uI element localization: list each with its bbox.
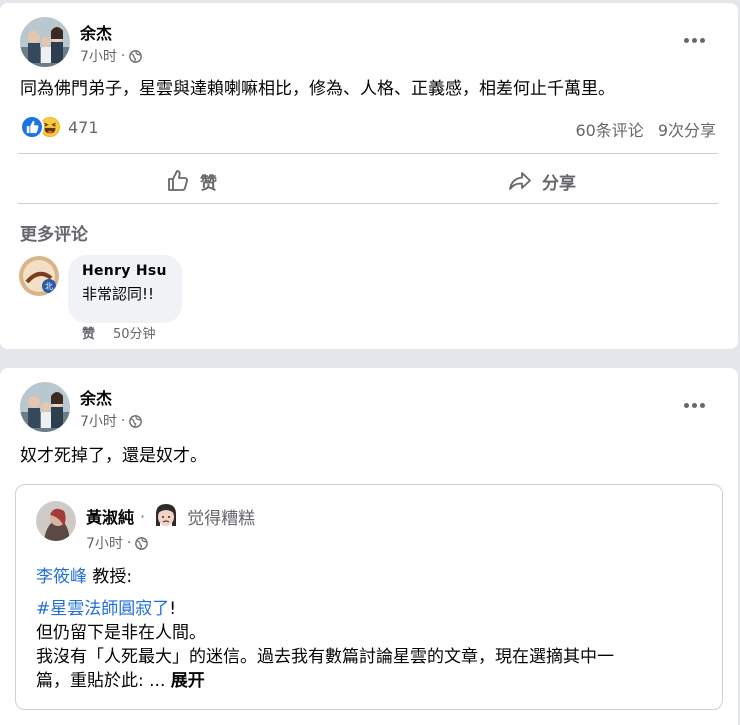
shares-count[interactable]: 9次分享 <box>658 117 716 141</box>
shared-header: 黃淑純 · 觉得糟糕 <box>86 501 255 531</box>
post-card-1: 余杰 7小时 · 同為佛門弟子，星雲與達賴喇嘛相比，修為、人格、正義感，相差何止… <box>0 3 738 349</box>
author-name[interactable]: 余杰 <box>80 20 112 44</box>
shared-author-avatar[interactable] <box>36 501 76 541</box>
more-comments-link[interactable]: 更多评论 <box>20 220 88 245</box>
comment-like-button[interactable]: 赞 <box>82 323 95 342</box>
body-line: 我沒有「人死最大」的迷信。過去我有數篇討論星雲的文章，現在選摘其中一 <box>36 647 614 667</box>
post-text: 同為佛門弟子，星雲與達賴喇嘛相比，修為、人格、正義感，相差何止千萬里。 <box>20 79 615 99</box>
hashtag-suffix: ! <box>169 599 177 619</box>
post-meta: 7小时 · <box>80 411 143 431</box>
meta-separator: · <box>120 413 126 429</box>
shared-meta: 7小时 · <box>86 533 149 553</box>
mention-link[interactable]: 李筱峰 <box>36 567 87 587</box>
feeling-face-icon <box>151 501 181 531</box>
post-card-2: 余杰 7小时 · 奴才死掉了，還是奴才。 黃淑純 · 觉得糟糕 7小时 · 李筱… <box>0 368 738 725</box>
share-label: 分享 <box>542 173 576 194</box>
svg-text:北: 北 <box>45 282 53 291</box>
feeling-text: 觉得糟糕 <box>187 508 256 529</box>
more-options-icon[interactable] <box>676 387 712 423</box>
post-time[interactable]: 7小时 <box>80 46 117 66</box>
reaction-count: 471 <box>68 117 99 137</box>
reactions-summary[interactable]: 471 <box>20 115 99 139</box>
share-button[interactable]: 分享 <box>508 163 576 199</box>
globe-icon <box>135 536 149 550</box>
like-reaction-icon <box>20 115 44 139</box>
hashtag-link[interactable]: #星雲法師圓寂了 <box>36 599 169 619</box>
shared-body: 李筱峰 教授: #星雲法師圓寂了! 但仍留下是非在人間。 我沒有「人死最大」的迷… <box>36 565 614 693</box>
post-time[interactable]: 7小时 <box>80 411 117 431</box>
divider <box>18 153 718 154</box>
divider <box>18 203 718 204</box>
hashtag-line: #星雲法師圓寂了! <box>36 597 614 621</box>
post-meta: 7小时 · <box>80 46 143 66</box>
author-avatar[interactable] <box>20 17 70 67</box>
meta-separator: · <box>120 48 126 64</box>
comment-text: 非常認同!! <box>82 285 155 303</box>
author-avatar[interactable] <box>20 382 70 432</box>
body-line: 但仍留下是非在人間。 <box>36 623 206 643</box>
more-options-icon[interactable] <box>676 22 712 58</box>
globe-icon <box>129 414 143 428</box>
post-text: 奴才死掉了，還是奴才。 <box>20 446 207 466</box>
comment-actions: 赞 50分钟 <box>82 323 156 342</box>
globe-icon <box>129 49 143 63</box>
mention-line: 李筱峰 教授: <box>36 565 614 589</box>
commenter-avatar[interactable]: 北 <box>19 256 59 296</box>
see-more-link[interactable]: 展开 <box>171 671 205 691</box>
shared-author-name[interactable]: 黃淑純 <box>86 504 134 528</box>
body-line: 篇，重貼於此: ... <box>36 671 166 691</box>
commenter-name[interactable]: Henry Hsu <box>82 263 168 279</box>
like-label: 赞 <box>200 173 217 194</box>
meta-separator: · <box>126 535 132 551</box>
shared-post[interactable]: 黃淑純 · 觉得糟糕 7小时 · 李筱峰 教授: #星雲法師圓寂了! 但仍留下是… <box>15 484 723 710</box>
body-line-last: 篇，重貼於此: ... 展开 <box>36 669 614 693</box>
header-separator: · <box>140 506 146 526</box>
like-button[interactable]: 赞 <box>166 163 217 199</box>
comments-count[interactable]: 60条评论 <box>575 117 643 141</box>
author-name[interactable]: 余杰 <box>80 385 112 409</box>
thumbs-up-icon <box>168 170 188 191</box>
mention-suffix: 教授: <box>87 567 133 587</box>
comment-time[interactable]: 50分钟 <box>113 323 156 342</box>
share-arrow-icon <box>509 172 531 190</box>
post-stats: 60条评论 9次分享 <box>575 117 716 141</box>
comment-bubble: Henry Hsu 非常認同!! <box>68 255 182 323</box>
shared-time[interactable]: 7小时 <box>86 533 123 553</box>
